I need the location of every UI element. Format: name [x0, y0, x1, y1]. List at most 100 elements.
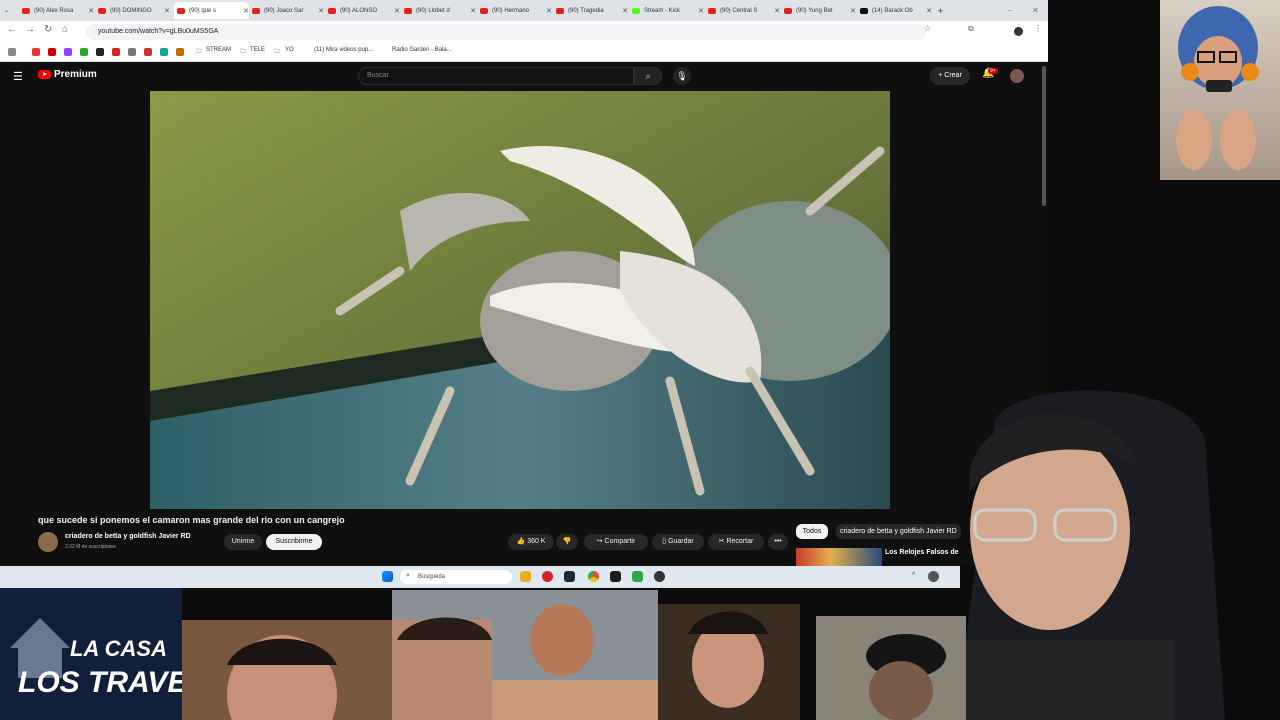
clip-person-3 [658, 604, 800, 720]
recommended-thumbnail[interactable] [796, 548, 882, 566]
youtube-play-icon [38, 70, 51, 79]
youtube-favicon-icon [708, 7, 716, 14]
join-button[interactable]: Unirme [224, 534, 262, 550]
opera-icon[interactable] [542, 571, 553, 582]
close-tab-icon[interactable]: ✕ [315, 7, 324, 15]
bookmark-icon[interactable] [144, 48, 152, 56]
youtube-logo[interactable]: Premium [38, 69, 97, 80]
twitch-bookmark-icon[interactable] [64, 48, 72, 56]
browser-tab[interactable]: (90) ALONSO ✕ [328, 2, 400, 19]
hamburger-menu-icon[interactable]: ☰ [13, 70, 23, 83]
folder-icon: 🗀 [274, 49, 281, 55]
close-tab-icon[interactable]: ✕ [771, 7, 780, 15]
close-tab-icon[interactable]: ✕ [161, 7, 170, 15]
tiktok-favicon-icon [860, 7, 868, 14]
browser-tab[interactable]: (90) Yung Bet ✕ [784, 2, 856, 19]
kick-bookmark-icon[interactable] [80, 48, 88, 56]
app-icon[interactable] [654, 571, 665, 582]
close-tab-icon[interactable]: ✕ [695, 7, 704, 15]
app-icon[interactable] [632, 571, 643, 582]
clip-person-4 [816, 616, 966, 720]
browser-tab[interactable]: (90) Tragedia ✕ [556, 2, 628, 19]
tray-chevron-up-icon[interactable]: ^ [912, 572, 915, 579]
home-icon[interactable]: ⌂ [62, 24, 68, 35]
chrome-icon[interactable] [588, 571, 599, 582]
video-player[interactable] [150, 91, 890, 509]
bookmark-icon[interactable] [112, 48, 120, 56]
recommended-title[interactable]: Los Relojes Falsos de [885, 549, 959, 556]
streamer-overlay-camera [1160, 0, 1280, 180]
bookmark-star-icon[interactable]: ☆ [924, 24, 931, 33]
overlay-character-image [1176, 6, 1259, 170]
browser-tab[interactable]: (90) Llobet d ✕ [404, 2, 476, 19]
save-button[interactable]: ▯ Guardar [652, 534, 704, 550]
close-tab-icon[interactable]: ✕ [923, 7, 932, 15]
create-button[interactable]: + Crear [930, 67, 970, 85]
bookmark-icon[interactable] [176, 48, 184, 56]
browser-tab-active[interactable]: (90) que s ✕ [174, 2, 249, 19]
bookmark-folder-tele[interactable]: TELE [250, 47, 265, 53]
reload-icon[interactable]: ↻ [44, 24, 52, 35]
bookmark-link[interactable]: (11) Mira videos pup... [314, 47, 373, 53]
like-button[interactable]: 👍 360 K [508, 534, 554, 550]
share-button[interactable]: ↪ Compartir [584, 534, 648, 550]
close-tab-icon[interactable]: ✕ [391, 7, 400, 15]
youtube-favicon-icon [404, 7, 412, 14]
account-avatar[interactable] [1010, 69, 1024, 83]
browser-tab[interactable]: Stream - Kick ✕ [632, 2, 704, 19]
steam-icon[interactable] [564, 571, 575, 582]
close-tab-icon[interactable]: ✕ [543, 7, 552, 15]
bookmark-icon[interactable] [32, 48, 40, 56]
tiktok-bookmark-icon[interactable] [96, 48, 104, 56]
taskbar-search-input[interactable]: Búsqueda [400, 570, 512, 584]
extensions-icon[interactable]: ⧉ [968, 24, 974, 34]
browser-tab[interactable]: (90) Joaco Sar ✕ [252, 2, 324, 19]
browser-tab[interactable]: (90) DOMINGO ✕ [98, 2, 170, 19]
clip-button[interactable]: ✂ Recortar [708, 534, 764, 550]
chip-all[interactable]: Todos [796, 524, 828, 539]
dislike-button[interactable]: 👎 [556, 534, 578, 550]
tab-search-chevron-icon[interactable]: ⌄ [4, 2, 14, 19]
search-input[interactable]: Buscar [358, 67, 634, 85]
apps-icon[interactable] [8, 48, 16, 56]
close-tab-icon[interactable]: ✕ [847, 7, 856, 15]
close-tab-icon[interactable]: ✕ [619, 7, 628, 15]
app-icon[interactable] [610, 571, 621, 582]
browser-tab[interactable]: (14) Barack Ob ✕ [860, 2, 932, 19]
clip-people-2 [392, 590, 658, 720]
menu-dots-icon[interactable]: ⋮ [1034, 24, 1042, 33]
close-tab-icon[interactable]: ✕ [240, 7, 249, 15]
subscribe-button[interactable]: Suscribirme [266, 534, 322, 550]
minimize-icon[interactable]: – [1008, 2, 1012, 19]
windows-start-icon[interactable] [382, 571, 393, 582]
bookmark-icon[interactable] [128, 48, 136, 56]
back-icon[interactable]: ← [7, 24, 17, 35]
channel-avatar[interactable] [38, 532, 58, 552]
close-tab-icon[interactable]: ✕ [467, 7, 476, 15]
close-window-icon[interactable]: ✕ [1032, 2, 1039, 19]
forward-icon[interactable]: → [25, 24, 35, 35]
bookmark-folder-yo[interactable]: YO [285, 47, 294, 53]
profile-icon[interactable] [1014, 27, 1023, 36]
new-tab-button[interactable]: + [938, 2, 948, 19]
browser-tab[interactable]: (90) Alex Rosa ✕ [22, 2, 94, 19]
url-field[interactable]: youtube.com/watch?v=gLBu0uMS5GA [86, 24, 926, 40]
browser-tab[interactable]: (90) Hermano ✕ [480, 2, 552, 19]
youtube-favicon-icon [556, 7, 564, 14]
page-scrollbar[interactable] [1042, 66, 1046, 206]
channel-name[interactable]: criadero de betta y goldfish Javier RD [65, 533, 191, 540]
bookmark-link[interactable]: Radio Garden - Bala... [392, 47, 452, 53]
file-explorer-icon[interactable] [520, 571, 531, 582]
subscriber-count: 2,02 M de suscriptores [65, 544, 116, 550]
youtube-bookmark-icon[interactable] [48, 48, 56, 56]
tray-app-icon[interactable] [928, 571, 939, 582]
search-icon: ⌕ [406, 572, 410, 579]
more-actions-button[interactable]: ••• [768, 534, 788, 550]
search-icon[interactable]: ⌕ [634, 67, 662, 85]
close-tab-icon[interactable]: ✕ [85, 7, 94, 15]
browser-tab[interactable]: (90) Central S ✕ [708, 2, 780, 19]
chip-channel[interactable]: criadero de betta y goldfish Javier RD [836, 524, 961, 539]
microphone-icon[interactable]: 🎙 [673, 67, 691, 85]
bookmark-icon[interactable] [160, 48, 168, 56]
bookmark-folder-stream[interactable]: STREAM [206, 47, 231, 53]
